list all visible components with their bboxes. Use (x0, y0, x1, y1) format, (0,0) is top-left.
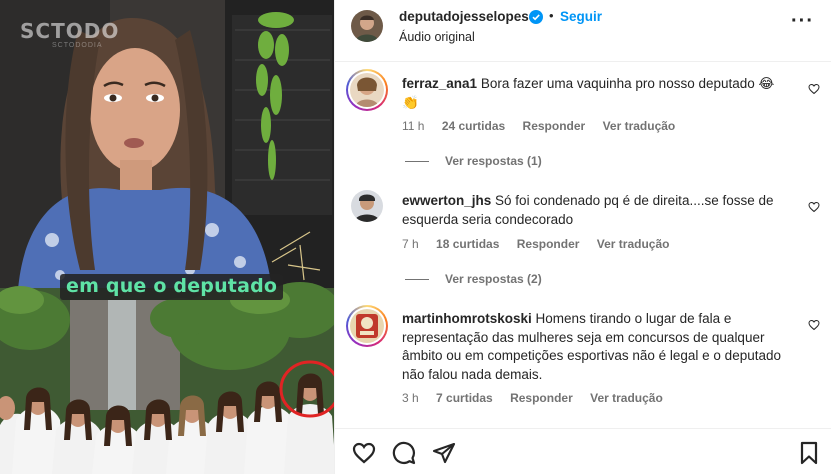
commenter-avatar (350, 73, 384, 107)
view-replies-button[interactable]: Ver respostas (2) (405, 272, 542, 286)
comment-time[interactable]: 11 h (402, 119, 424, 133)
replies-divider (405, 161, 429, 163)
translate-button[interactable]: Ver tradução (603, 119, 676, 133)
video-player[interactable]: SCTODO SCTODODIA em que o deputado (0, 0, 334, 474)
post-side-panel: deputadojesselopes • Seguir Áudio origin… (334, 0, 831, 474)
author-avatar[interactable] (351, 10, 383, 42)
story-ring[interactable] (346, 305, 388, 347)
comment-likes[interactable]: 18 curtidas (436, 237, 499, 251)
reply-button[interactable]: Responder (510, 391, 573, 405)
comment-text: martinhomrotskoski Homens tirando o luga… (402, 310, 782, 384)
author-username[interactable]: deputadojesselopes (399, 9, 529, 24)
comment-text: ewwerton_jhs Só foi condenado pq é de di… (402, 192, 782, 229)
comment-time[interactable]: 3 h (402, 391, 419, 405)
like-comment-icon[interactable] (808, 319, 820, 331)
instagram-post-view: SCTODO SCTODODIA em que o deputado deput… (0, 0, 831, 474)
follow-button[interactable]: Seguir (560, 9, 602, 24)
video-frame (0, 0, 334, 474)
share-send-icon[interactable] (432, 441, 456, 465)
like-comment-icon[interactable] (808, 83, 820, 95)
like-heart-icon[interactable] (352, 441, 376, 465)
like-comment-icon[interactable] (808, 201, 820, 213)
watermark-logo: SCTODO (20, 19, 120, 43)
view-replies-label: Ver respostas (1) (445, 154, 542, 168)
audio-label[interactable]: Áudio original (399, 30, 475, 44)
comment-username[interactable]: ferraz_ana1 (402, 76, 477, 91)
comment-username[interactable]: martinhomrotskoski (402, 311, 532, 326)
video-caption: em que o deputado (60, 274, 284, 300)
translate-button[interactable]: Ver tradução (590, 391, 663, 405)
verified-badge-icon (529, 10, 543, 24)
post-header: deputadojesselopes • Seguir Áudio origin… (335, 0, 831, 62)
view-replies-label: Ver respostas (2) (445, 272, 542, 286)
watermark-subtitle: SCTODODIA (52, 42, 103, 49)
bookmark-save-icon[interactable] (797, 441, 821, 465)
comment-time[interactable]: 7 h (402, 237, 419, 251)
comment-likes[interactable]: 24 curtidas (442, 119, 505, 133)
comment-text: ferraz_ana1 Bora fazer uma vaquinha pro … (402, 75, 782, 112)
reply-button[interactable]: Responder (517, 237, 580, 251)
separator-dot: • (549, 8, 554, 23)
view-replies-button[interactable]: Ver respostas (1) (405, 154, 542, 168)
story-ring[interactable] (346, 69, 388, 111)
comment-username[interactable]: ewwerton_jhs (402, 193, 491, 208)
reply-button[interactable]: Responder (523, 119, 586, 133)
comment-meta: 7 h 18 curtidas Responder Ver tradução (402, 237, 683, 251)
commenter-avatar[interactable] (351, 190, 383, 222)
translate-button[interactable]: Ver tradução (597, 237, 670, 251)
comment-likes[interactable]: 7 curtidas (436, 391, 493, 405)
comment-meta: 11 h 24 curtidas Responder Ver tradução (402, 119, 689, 133)
more-options-icon[interactable]: ··· (791, 11, 814, 31)
replies-divider (405, 279, 429, 281)
comment-bubble-icon[interactable] (392, 441, 416, 465)
commenter-avatar (350, 309, 384, 343)
comment-meta: 3 h 7 curtidas Responder Ver tradução (402, 391, 677, 405)
post-action-bar (335, 428, 831, 474)
